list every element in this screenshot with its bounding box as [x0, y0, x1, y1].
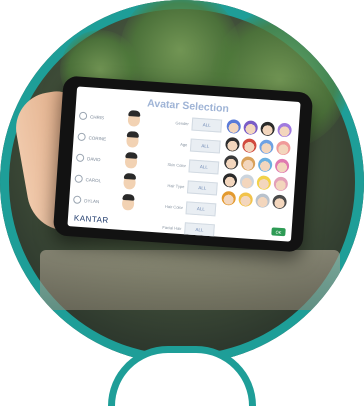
filter-row: Hair Color ALL [156, 196, 219, 218]
name-label: DAVID [86, 155, 101, 162]
avatar-option-icon[interactable] [222, 172, 238, 188]
list-item[interactable]: CORINE [77, 128, 162, 152]
avatar-option-icon[interactable] [275, 140, 291, 156]
avatar-grid [221, 118, 297, 210]
avatar-option-icon[interactable] [241, 138, 257, 154]
avatar-option-icon[interactable] [256, 175, 272, 191]
name-label: DYLAN [84, 197, 100, 204]
radio-button[interactable] [72, 195, 82, 204]
avatar-option-icon[interactable] [258, 139, 274, 155]
filter-label: Gender [175, 119, 190, 126]
filter-row: Skin Color ALL [159, 154, 222, 176]
avatar-option-icon[interactable] [257, 157, 273, 173]
avatar-face-icon [124, 153, 138, 169]
filter-label: Hair Type [167, 182, 185, 189]
avatar-option-icon[interactable] [273, 176, 289, 192]
filter-row: Facial Hair ALL [155, 217, 218, 239]
tabletop [40, 250, 340, 310]
filter-select[interactable]: ALL [186, 179, 218, 195]
name-label: CORINE [88, 134, 107, 142]
avatar-face-icon [127, 112, 141, 127]
filter-select[interactable]: ALL [188, 158, 220, 174]
list-item[interactable]: DYLAN [72, 190, 158, 214]
tablet-screen: Avatar Selection CHRIS CORINE DAVID CARO… [67, 86, 301, 242]
radio-button[interactable] [78, 111, 88, 121]
radio-button[interactable] [75, 153, 85, 163]
avatar-option-icon[interactable] [255, 193, 271, 209]
radio-button[interactable] [74, 174, 83, 184]
avatar-option-icon[interactable] [274, 158, 290, 174]
name-label: CAROL [85, 176, 102, 183]
avatar-option-icon[interactable] [240, 156, 256, 172]
kantar-logo: KANTAR [73, 213, 110, 225]
list-item[interactable]: CAROL [74, 170, 159, 194]
avatar-option-icon[interactable] [277, 122, 293, 138]
avatar-option-icon[interactable] [221, 190, 237, 206]
radio-button[interactable] [77, 132, 86, 142]
filter-select[interactable]: ALL [191, 117, 223, 133]
filter-row: Age ALL [161, 133, 224, 155]
filter-row: Gender ALL [162, 113, 225, 135]
avatar-face-icon [121, 195, 135, 211]
filter-label: Facial Hair [162, 224, 182, 231]
list-item[interactable]: DAVID [75, 149, 161, 173]
ok-button[interactable]: OK [271, 227, 286, 237]
name-label: CHRIS [89, 113, 105, 120]
filter-select[interactable]: ALL [185, 200, 217, 216]
avatar-face-icon [123, 174, 137, 190]
avatar-list: CHRIS CORINE DAVID CAROL DYLAN [72, 107, 163, 218]
filter-label: Hair Color [164, 203, 184, 210]
photo-circle: Avatar Selection CHRIS CORINE DAVID CARO… [0, 0, 364, 364]
avatar-option-icon[interactable] [239, 174, 255, 189]
filter-select[interactable]: ALL [189, 137, 221, 154]
tablet: Avatar Selection CHRIS CORINE DAVID CARO… [52, 75, 314, 253]
avatar-face-icon [126, 133, 139, 148]
avatar-option-icon[interactable] [272, 194, 288, 210]
filter-row: Hair Type ALL [158, 175, 221, 197]
list-item[interactable]: CHRIS [78, 107, 163, 131]
filter-select[interactable]: ALL [184, 221, 215, 237]
avatar-option-icon[interactable] [243, 120, 259, 136]
avatar-option-icon[interactable] [226, 118, 242, 134]
filter-label: Skin Color [167, 161, 187, 168]
avatar-option-icon[interactable] [238, 191, 254, 207]
avatar-option-icon[interactable] [223, 154, 239, 170]
attribute-filters: Gender ALL Age ALL Skin Color ALL Hair T… [155, 113, 226, 242]
avatar-option-icon[interactable] [225, 136, 240, 152]
avatar-option-icon[interactable] [260, 121, 276, 137]
filter-label: Age [180, 141, 188, 147]
